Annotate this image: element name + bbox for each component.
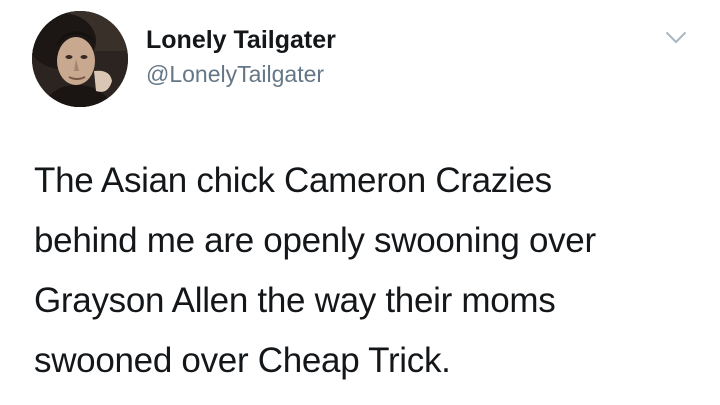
tweet-text-line: swooned over Cheap Trick. <box>34 341 451 380</box>
avatar[interactable] <box>32 11 128 107</box>
tweet-text: The Asian chick Cameron Crazies behind m… <box>34 151 704 391</box>
tweet-text-line: behind me are openly swooning over <box>34 221 596 260</box>
tweet-text-line: The Asian chick Cameron Crazies <box>34 161 552 200</box>
profile-photo-icon <box>32 11 128 107</box>
tweet-text-line: Grayson Allen the way their moms <box>34 281 556 320</box>
author-handle[interactable]: @LonelyTailgater <box>146 61 324 88</box>
tweet-card: Lonely Tailgater @LonelyTailgater The As… <box>0 0 720 405</box>
chevron-down-icon[interactable] <box>662 26 690 48</box>
author-display-name[interactable]: Lonely Tailgater <box>146 26 336 55</box>
